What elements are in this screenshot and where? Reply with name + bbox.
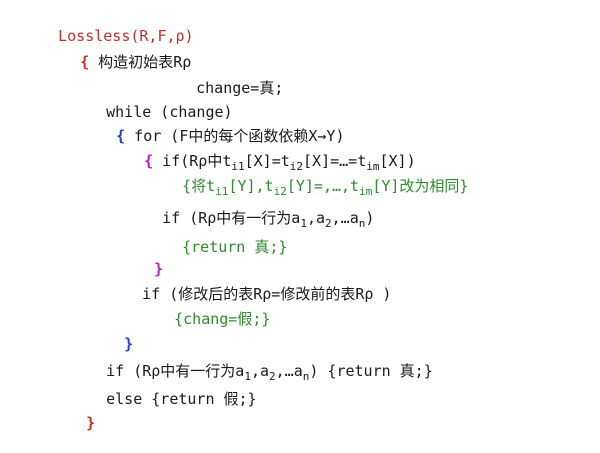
if-table-changed-line: if (修改后的表Rρ=修改前的表Rρ ) xyxy=(142,285,392,303)
set-same-line: {将ti1[Y],ti2[Y]=,…,tim[Y]改为相同} xyxy=(182,177,469,198)
close-brace-outer-line: } xyxy=(50,393,95,432)
function-signature: Lossless(R,F,ρ) xyxy=(58,27,194,45)
change-assign-line: change=真; xyxy=(196,79,284,97)
return-true-inner-line: {return 真;} xyxy=(182,238,288,256)
close-brace-outer: } xyxy=(86,414,96,432)
if-condition-line: { if(Rρ中ti1[X]=ti2[X]=…=tim[X]) xyxy=(144,152,416,173)
chang-false-line: {chang=假;} xyxy=(174,310,271,328)
construct-table-line: { 构造初始表Rρ xyxy=(80,53,192,71)
if-row-line-outer: if (Rρ中有一行为a1,a2,…an) {return 真;} xyxy=(106,362,433,383)
close-brace-while-line: } xyxy=(88,314,133,353)
for-line: { for (F中的每个函数依赖X→Y) xyxy=(116,127,345,145)
open-brace-outer: { xyxy=(80,53,90,71)
close-brace-for-line: } xyxy=(118,239,163,278)
if-row-line-inner: if (Rρ中有一行为a1,a2,…an) xyxy=(162,209,375,230)
else-return-false-line: else {return 假;} xyxy=(106,390,257,408)
while-line: while (change) xyxy=(106,103,233,121)
